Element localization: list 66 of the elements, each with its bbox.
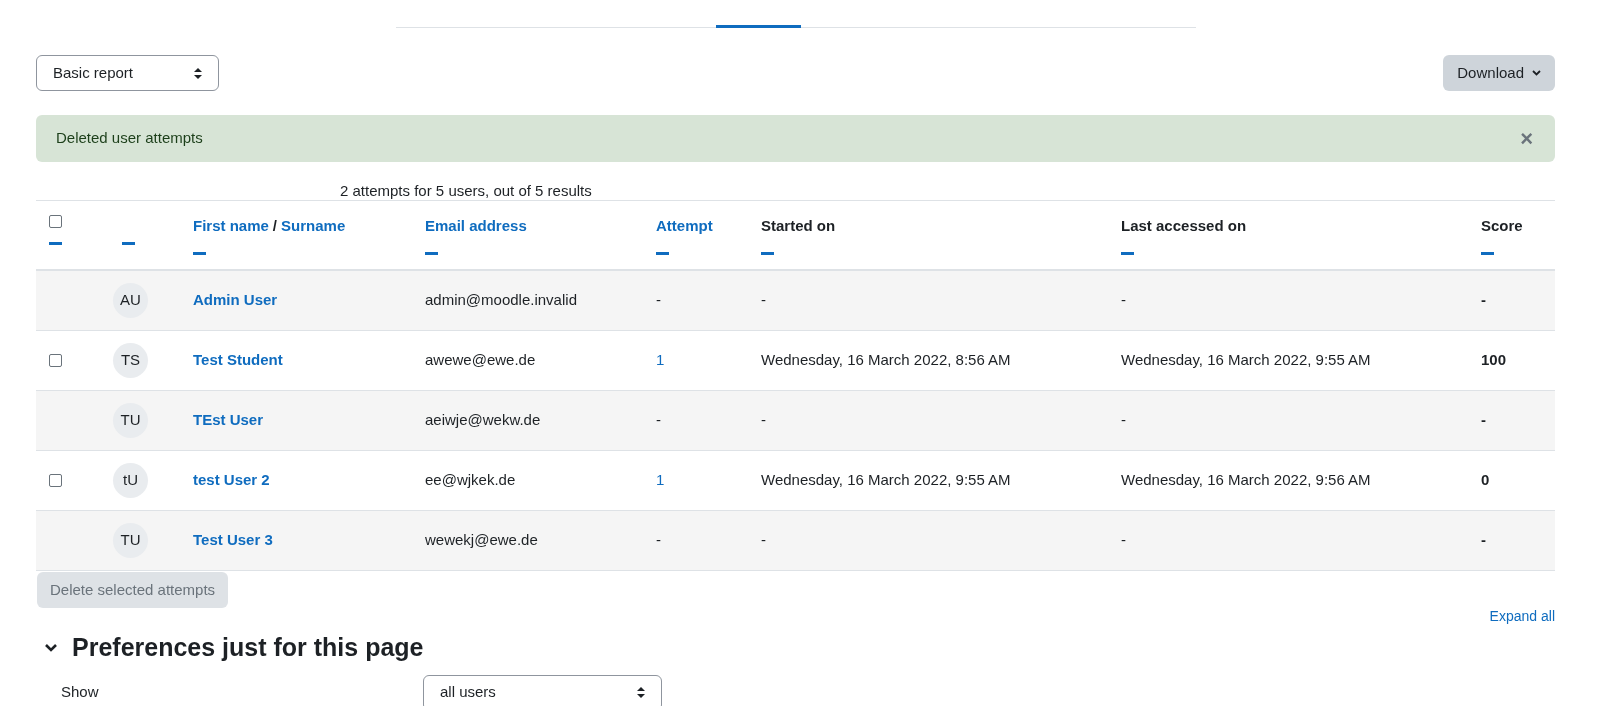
results-summary: 2 attempts for 5 users, out of 5 results <box>340 182 592 199</box>
checkbox[interactable] <box>49 354 62 367</box>
email-cell: admin@moodle.invalid <box>425 291 577 309</box>
started-on-cell: - <box>761 411 766 429</box>
field-label: Show <box>61 682 100 703</box>
score-cell: 0 <box>1481 471 1490 489</box>
email-cell: awewe@ewe.de <box>425 351 536 369</box>
sort-indicator-icon <box>656 251 669 255</box>
last-accessed-cell: - <box>1121 411 1126 429</box>
attempt-cell: - <box>656 531 661 549</box>
user-name-link[interactable]: TEst User <box>193 411 264 429</box>
user-avatar: AU <box>113 283 148 318</box>
score-cell: - <box>1481 291 1486 309</box>
separator-text: / <box>272 216 278 236</box>
close-button[interactable]: × <box>1520 127 1533 150</box>
email-cell: wewekj@ewe.de <box>425 531 538 549</box>
user-name-link[interactable]: Test Student <box>193 351 283 369</box>
sort-indicator-icon <box>425 251 438 255</box>
report-select[interactable]: Basic report <box>36 55 219 91</box>
attempt-number-link[interactable]: 1 <box>656 351 665 369</box>
started-on-cell: - <box>761 531 766 549</box>
user-avatar: TU <box>113 403 148 438</box>
started-on-cell: - <box>761 291 766 309</box>
sort-indicator-icon <box>1481 251 1494 255</box>
column-header: Last accessed on <box>1121 216 1247 236</box>
attempt-cell: - <box>656 291 661 309</box>
chevron-down-icon <box>1532 70 1541 76</box>
column-sort-link[interactable]: Attempt <box>656 215 713 238</box>
last-accessed-cell: Wednesday, 16 March 2022, 9:56 AM <box>1121 471 1371 489</box>
score-cell: - <box>1481 531 1486 549</box>
email-cell: ee@wjkek.de <box>425 471 516 489</box>
checkbox[interactable] <box>49 474 62 487</box>
last-accessed-cell: - <box>1121 531 1126 549</box>
started-on-cell: Wednesday, 16 March 2022, 9:55 AM <box>761 471 1011 489</box>
download-button[interactable]: Download <box>1443 55 1555 91</box>
column-header: Started on <box>761 216 836 236</box>
user-name-link[interactable]: Admin User <box>193 291 278 309</box>
sort-indicator-icon <box>761 251 774 255</box>
column-header: Score <box>1481 216 1523 236</box>
started-on-cell: Wednesday, 16 March 2022, 8:56 AM <box>761 351 1011 369</box>
last-accessed-cell: - <box>1121 291 1126 309</box>
sort-indicator-icon <box>49 242 62 245</box>
attempt-number-link[interactable]: 1 <box>656 471 665 489</box>
column-sort-link[interactable]: Email address <box>425 215 527 238</box>
user-avatar: tU <box>113 463 148 498</box>
sort-indicator-icon <box>193 251 206 255</box>
alert-message: Deleted user attempts <box>56 128 203 149</box>
expand-all-link[interactable]: Expand all <box>1489 606 1555 627</box>
last-accessed-cell: Wednesday, 16 March 2022, 9:55 AM <box>1121 351 1371 369</box>
user-avatar: TS <box>113 343 148 378</box>
score-cell: - <box>1481 411 1486 429</box>
sort-indicator-icon <box>1121 251 1134 255</box>
column-sort-link[interactable]: First name <box>193 215 269 238</box>
section-heading: Preferences just for this page <box>72 632 424 663</box>
user-name-link[interactable]: test User 2 <box>193 471 270 489</box>
show-select[interactable]: all users <box>423 674 662 706</box>
updown-caret-icon <box>637 687 645 698</box>
attempt-cell: - <box>656 411 661 429</box>
score-cell: 100 <box>1481 351 1507 369</box>
checkbox[interactable] <box>49 215 62 228</box>
user-avatar: TU <box>113 523 148 558</box>
user-name-link[interactable]: Test User 3 <box>193 531 273 549</box>
sort-indicator-icon <box>122 242 135 245</box>
updown-caret-icon <box>194 67 202 79</box>
email-cell: aeiwje@wekw.de <box>425 411 541 429</box>
column-sort-link[interactable]: Surname <box>281 215 346 238</box>
